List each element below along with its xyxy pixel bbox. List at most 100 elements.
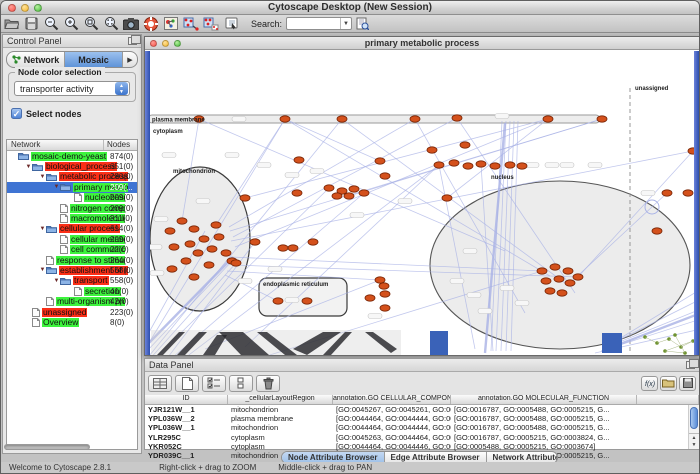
table-cell[interactable]: [GO:0044464, GO:0044444, GO:0044425, G..… (333, 423, 451, 432)
network-node[interactable] (380, 291, 390, 297)
snapshot-icon[interactable] (122, 16, 140, 32)
network-node[interactable] (449, 160, 459, 166)
network-node[interactable] (344, 193, 354, 199)
select-attributes-icon[interactable] (202, 375, 226, 392)
tree-row-establishment-of-lo[interactable]: ▼establishment of lo558(0) (7, 265, 137, 275)
network-node[interactable] (505, 162, 515, 168)
network-node[interactable] (573, 274, 583, 280)
help-icon[interactable] (142, 16, 160, 32)
network-node[interactable] (193, 250, 203, 256)
network-node[interactable] (294, 157, 304, 163)
zoom-fit-icon[interactable] (102, 16, 120, 32)
network-node[interactable] (410, 116, 420, 122)
tree-col-network[interactable]: Network (7, 140, 104, 150)
network-node[interactable] (302, 298, 312, 304)
network-node[interactable] (442, 195, 452, 201)
new-attribute-icon[interactable] (175, 375, 199, 392)
float-panel-icon[interactable] (128, 37, 137, 45)
network-node[interactable] (375, 158, 385, 164)
search-dropdown-arrow[interactable]: ▼ (340, 18, 351, 29)
expand-triangle-icon[interactable]: ▼ (25, 164, 32, 170)
network-node[interactable] (231, 260, 241, 266)
attribute-list-icon[interactable] (148, 375, 172, 392)
network-node[interactable] (545, 288, 555, 294)
network-node[interactable] (476, 161, 486, 167)
formula-builder-icon[interactable]: f(x) (641, 376, 658, 391)
network-node[interactable] (543, 116, 553, 122)
tree-row-cellular-process[interactable]: ▼cellular process614(0) (7, 224, 137, 234)
tab-network[interactable]: Network (7, 52, 65, 67)
network-node[interactable] (379, 283, 389, 289)
network-overlay-icon[interactable] (202, 16, 220, 32)
column-header[interactable]: ID (145, 395, 228, 404)
tree-row-unassigned[interactable]: unassigned223(0) (7, 307, 137, 317)
network-node[interactable] (557, 290, 567, 296)
tree-row-nitrogen-compo[interactable]: nitrogen compo209(0) (7, 203, 137, 213)
network-node[interactable] (541, 278, 551, 284)
table-cell[interactable]: [GO:0005488, GO:0005215, GO:0003674] (451, 442, 637, 451)
network-node[interactable] (652, 228, 662, 234)
expand-triangle-icon[interactable]: ▼ (53, 184, 60, 190)
network-node[interactable] (273, 298, 283, 304)
table-cell[interactable]: cytoplasm (228, 442, 333, 451)
table-cell[interactable]: [GO:0044464, GO:0044444, GO:0044425, G..… (333, 414, 451, 423)
network-node[interactable] (177, 218, 187, 224)
tree-row-metabolic-process[interactable]: ▼metabolic process280(0) (7, 172, 137, 182)
network-node[interactable] (169, 244, 179, 250)
table-cell[interactable]: mitochondrion (228, 423, 333, 432)
table-scrollbar[interactable]: ▲▼ (688, 405, 699, 449)
network-node[interactable] (324, 185, 334, 191)
network-node[interactable] (240, 195, 250, 201)
network-node[interactable] (337, 116, 347, 122)
network-node[interactable] (537, 268, 547, 274)
network-node[interactable] (189, 226, 199, 232)
tree-row-overview[interactable]: Overview8(0) (7, 317, 137, 327)
table-cell[interactable]: [GO:0016787, GO:0005488, GO:0005215, G..… (451, 414, 637, 423)
save-icon[interactable] (22, 16, 40, 32)
network-node[interactable] (460, 142, 470, 148)
network-node[interactable] (550, 264, 560, 270)
network-node[interactable] (597, 116, 607, 122)
network-node[interactable] (207, 246, 217, 252)
tree-row-response-to-stimulu[interactable]: response to stimulu264(0) (7, 255, 137, 265)
network-node[interactable] (683, 190, 693, 196)
vizmapper-icon[interactable] (162, 16, 180, 32)
network-node[interactable] (349, 186, 359, 192)
table-row[interactable]: YPL036W__1mitochondrion[GO:0044464, GO:0… (145, 423, 699, 432)
annotation-icon[interactable] (222, 16, 240, 32)
table-cell[interactable]: YJR121W__1 (145, 405, 228, 414)
zoom-button[interactable] (34, 4, 42, 12)
expand-triangle-icon[interactable]: ▼ (53, 278, 60, 284)
zoom-out-icon[interactable] (42, 16, 60, 32)
close-button[interactable] (8, 4, 16, 12)
table-row[interactable]: YPL036W__2plasma membrane[GO:0044464, GO… (145, 414, 699, 423)
table-cell[interactable]: cytoplasm (228, 433, 333, 442)
zoom-in-icon[interactable] (62, 16, 80, 32)
network-node[interactable] (463, 163, 473, 169)
scrollbar-arrows[interactable]: ▲▼ (689, 433, 699, 449)
data-panel-float-icon[interactable] (686, 361, 695, 369)
network-node[interactable] (165, 228, 175, 234)
table-cell[interactable]: YDR039C__1 (145, 451, 228, 460)
tree-row-macromolecule[interactable]: macromolecule311(0) (7, 213, 137, 223)
export-attributes-icon[interactable] (679, 376, 696, 391)
network-node[interactable] (308, 239, 318, 245)
network-node[interactable] (250, 239, 260, 245)
network-node[interactable] (490, 163, 500, 169)
tree-col-nodes[interactable]: Nodes (104, 140, 137, 150)
network-node[interactable] (167, 266, 177, 272)
network-node[interactable] (565, 280, 575, 286)
expand-triangle-icon[interactable]: ▼ (39, 226, 46, 232)
expand-triangle-icon[interactable]: ▼ (39, 174, 46, 180)
tree-row-secretion[interactable]: secretion41(0) (7, 286, 137, 296)
network-node[interactable] (380, 173, 390, 179)
network-node[interactable] (278, 245, 288, 251)
network-node[interactable] (288, 245, 298, 251)
network-zoom-button[interactable] (174, 40, 181, 47)
expand-triangle-icon[interactable]: ▼ (39, 267, 46, 273)
tree-row-multi-organism-pro[interactable]: multi-organism pro42(0) (7, 296, 137, 306)
network-node[interactable] (359, 190, 369, 196)
tree-row-biological-process[interactable]: ▼biological_process651(0) (7, 161, 137, 171)
select-nodes-checkbox[interactable]: ✓ (11, 108, 22, 119)
table-cell[interactable]: mitochondrion (228, 405, 333, 414)
